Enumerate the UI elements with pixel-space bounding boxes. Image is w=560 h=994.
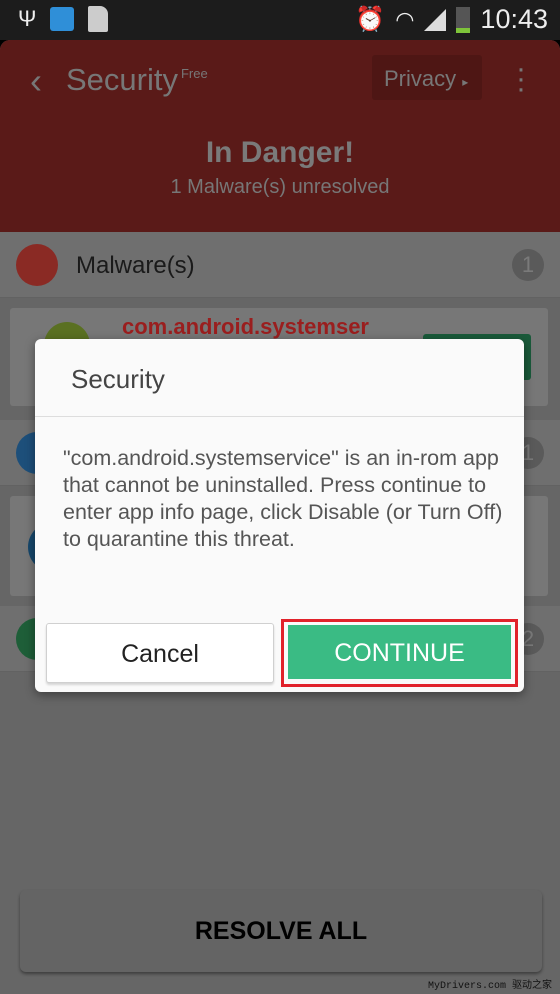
status-bar: Ψ ⏰ ◠ 10:43 (0, 0, 560, 40)
cancel-button[interactable]: Cancel (46, 623, 274, 683)
header: ‹ Security Free Privacy ▸ · · · In Danger! … (0, 40, 560, 232)
divider (35, 416, 524, 417)
status-subtitle: 1 Malware(s) unresolved (170, 176, 390, 198)
page-title: Security Free (66, 62, 208, 98)
app-notification-icon (50, 7, 75, 31)
privacy-label: Privacy (384, 66, 457, 91)
continue-highlight: CONTINUE (281, 619, 518, 687)
battery-charging-icon (456, 6, 471, 33)
count-badge: 1 (512, 249, 544, 281)
chevron-right-icon: ▸ (462, 75, 469, 89)
signal-icon (424, 8, 447, 31)
alarm-icon: ⏰ (355, 6, 386, 33)
resolve-all-button[interactable]: RESOLVE ALL (20, 890, 542, 972)
watermark: MyDrivers.com 驱动之家 (427, 981, 552, 992)
malware-name: com.android.systemser (122, 314, 369, 339)
wifi-icon: ◠ (395, 6, 415, 32)
dialog-message: "com.android.systemservice" is an in-rom… (63, 446, 503, 551)
dialog-title: Security (71, 364, 165, 394)
clock: 10:43 (480, 4, 548, 34)
section-label: Malware(s) (76, 252, 195, 279)
more-options-icon[interactable]: · · · (514, 54, 528, 104)
status-title: In Danger! (205, 136, 355, 169)
section-malware[interactable]: Malware(s) 1 (0, 232, 560, 298)
edition-label: Free (180, 66, 208, 81)
title-text: Security (66, 62, 178, 97)
usb-icon: Ψ (18, 6, 37, 31)
continue-button[interactable]: CONTINUE (288, 625, 511, 679)
security-dialog: Security "com.android.systemservice" is … (35, 339, 524, 692)
skull-icon (16, 244, 58, 286)
back-icon[interactable]: ‹ (30, 60, 42, 102)
sim-card-alert-icon (88, 6, 109, 32)
privacy-button[interactable]: Privacy ▸ (372, 55, 482, 100)
